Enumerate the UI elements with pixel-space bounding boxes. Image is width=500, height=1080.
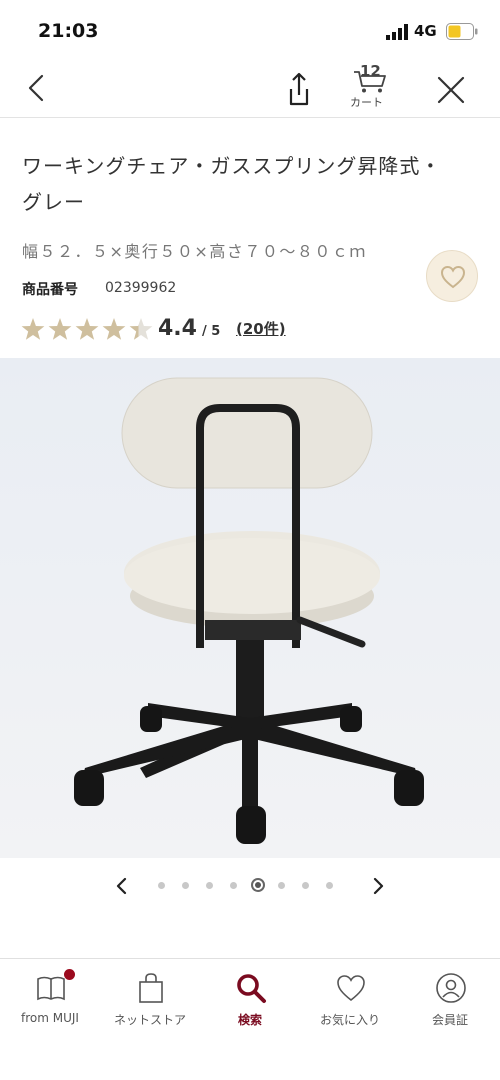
notification-dot [64, 969, 75, 980]
carousel-dot[interactable] [230, 882, 237, 889]
share-icon[interactable] [282, 70, 314, 110]
product-number-value: 02399962 [105, 280, 177, 296]
tab-net-store[interactable]: ネットストア [100, 959, 200, 1039]
carousel-dot[interactable] [302, 882, 309, 889]
back-button[interactable] [22, 68, 52, 108]
tab-search[interactable]: 検索 [200, 959, 300, 1039]
carousel-dot[interactable] [158, 882, 165, 889]
tab-from-muji[interactable]: from MUJI [0, 959, 100, 1039]
carousel-dot[interactable] [182, 882, 189, 889]
chevron-left-icon[interactable] [110, 872, 134, 900]
book-icon [37, 976, 65, 1001]
carousel-nav [0, 862, 500, 908]
product-image[interactable] [0, 358, 500, 858]
star-icon [75, 318, 99, 340]
tab-label: 会員証 [431, 1013, 468, 1027]
signal-icon [386, 24, 408, 40]
tab-bar: from MUJI ネットストア 検索 お気に入り 会員証 [0, 958, 500, 1080]
carousel-dots [158, 878, 348, 894]
tab-favorites[interactable]: お気に入り [300, 959, 400, 1039]
review-count-link[interactable]: (20件) [236, 318, 286, 339]
favorite-button[interactable] [426, 250, 478, 302]
chair-photo [0, 358, 500, 858]
tab-member-card[interactable]: 会員証 [400, 959, 500, 1039]
product-number-label: 商品番号 [22, 282, 78, 298]
tab-label: from MUJI [21, 1011, 79, 1025]
shopping-bag-icon [139, 973, 163, 1003]
cart-button[interactable]: 12 カート [346, 62, 394, 114]
carousel-dot[interactable] [251, 878, 265, 892]
product-dimensions: 幅５２．５×奥行５０×高さ７０～８０ｃｍ [22, 242, 367, 261]
tab-label: お気に入り [319, 1013, 380, 1027]
product-detail-screen: 21:03 4G 12 カート ワーキングチェア・ガススプリング昇降式・グレー … [0, 0, 500, 1080]
search-icon [237, 974, 266, 1003]
star-icon [102, 318, 126, 340]
network-label: 4G [414, 22, 437, 40]
cart-label: カート [350, 96, 383, 109]
member-card-icon [436, 973, 466, 1003]
star-rating [21, 318, 153, 340]
status-bar: 21:03 4G [0, 0, 500, 62]
heart-icon [440, 265, 466, 289]
star-icon [48, 318, 72, 340]
nav-bar: 12 カート [0, 62, 500, 118]
rating-row: 4.4 / 5 (20件) [20, 315, 460, 345]
rating-max: / 5 [202, 324, 221, 339]
star-icon [129, 318, 153, 340]
battery-icon [446, 23, 478, 40]
carousel-dot[interactable] [206, 882, 213, 889]
tab-label: ネットストア [113, 1013, 186, 1027]
carousel-dot[interactable] [326, 882, 333, 889]
carousel-dot[interactable] [278, 882, 285, 889]
tab-label: 検索 [237, 1013, 262, 1027]
heart-icon [337, 975, 365, 1002]
close-icon[interactable] [434, 70, 468, 110]
cart-count-badge: 12 [360, 62, 381, 80]
product-title: ワーキングチェア・ガススプリング昇降式・グレー [22, 154, 442, 214]
star-icon [21, 318, 45, 340]
chevron-right-icon[interactable] [366, 872, 390, 900]
rating-score: 4.4 [158, 316, 197, 341]
status-time: 21:03 [38, 20, 99, 42]
